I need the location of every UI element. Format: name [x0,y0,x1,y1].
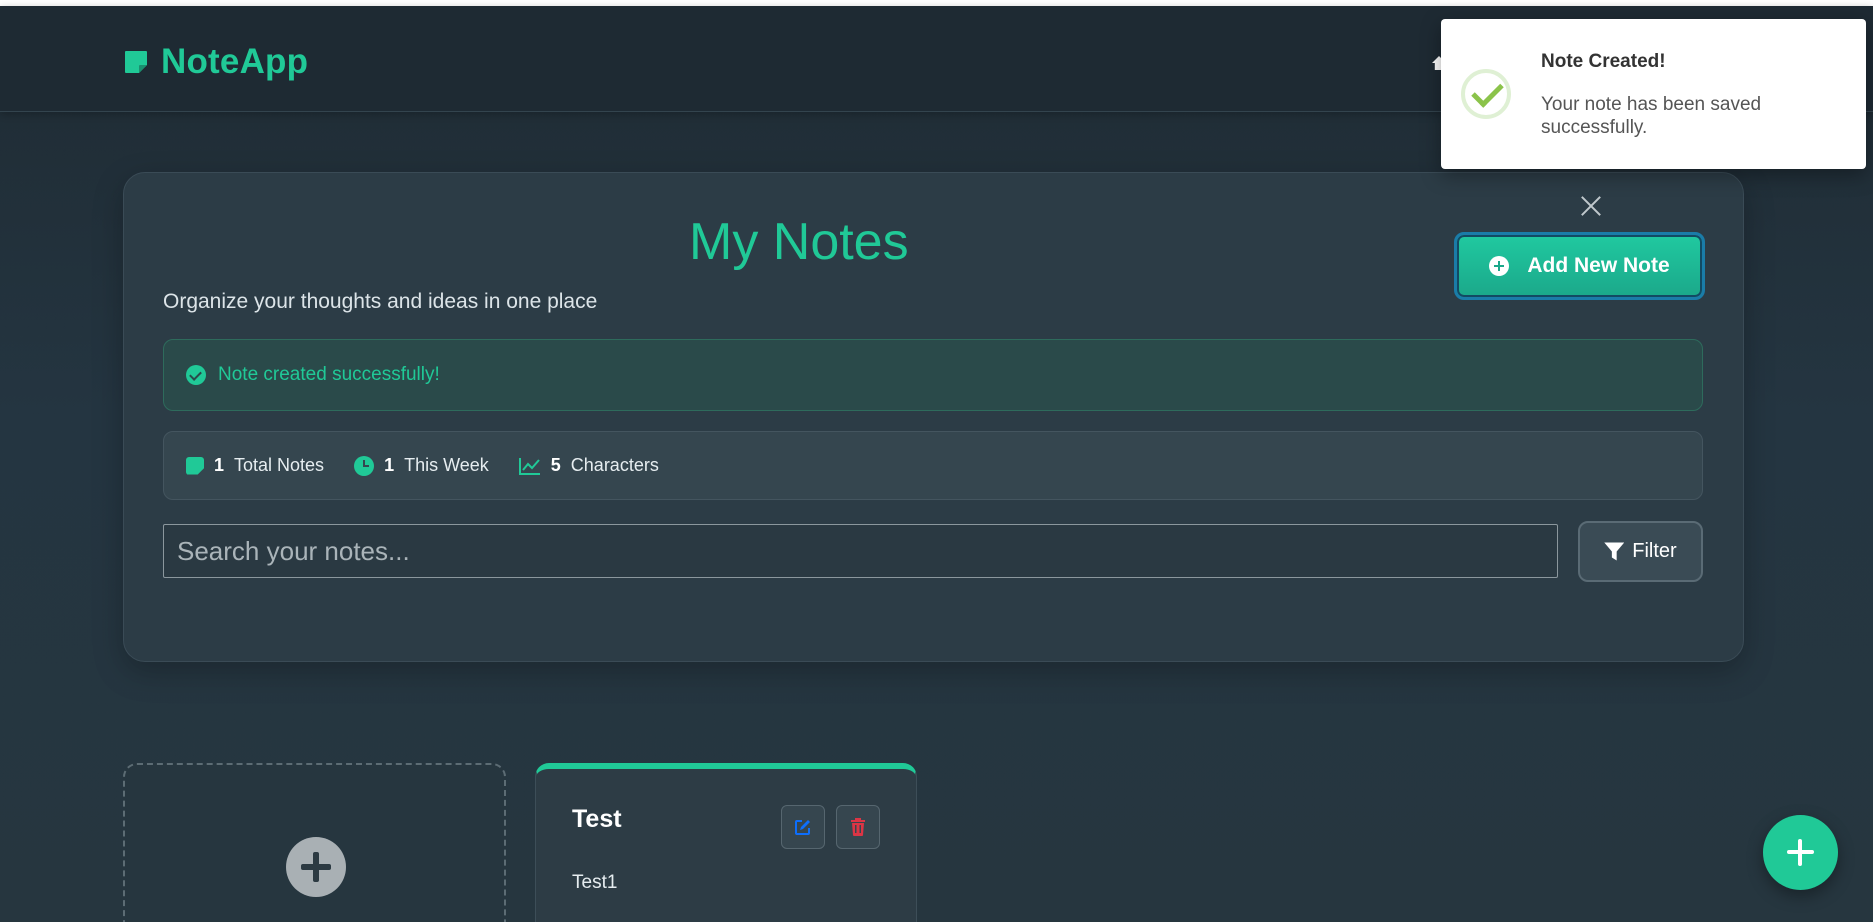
plus-circle-icon [1489,256,1510,276]
stat-label: Characters [570,455,659,475]
filter-icon [1604,542,1625,561]
brand-name: NoteApp [161,42,309,81]
note-icon [186,456,204,475]
add-note-card[interactable] [123,763,506,922]
stat-total-notes: 1 Total Notes [186,455,324,476]
filter-label: Filter [1632,540,1677,562]
sticky-note-icon [125,51,147,73]
edit-note-button[interactable] [781,805,825,849]
stat-value: 5 [550,455,561,475]
stat-characters: 5 Characters [518,455,659,476]
stats-bar: 1 Total Notes 1 This Week 5 Characters [163,431,1703,500]
toast-message: Your note has been saved successfully. [1541,94,1762,138]
brand[interactable]: NoteApp [123,42,308,82]
delete-note-button[interactable] [836,805,880,849]
note-title: Test [572,805,622,833]
toast-title: Note Created! [1541,51,1666,72]
note-body: Test1 [572,872,618,893]
page-title: My Notes [689,213,909,271]
chart-icon [518,457,540,475]
stat-label: This Week [404,455,489,475]
page-subtitle: Organize your thoughts and ideas in one … [163,290,598,313]
success-check-icon [1461,69,1511,119]
toast-notification: Note Created! Your note has been saved s… [1441,19,1866,169]
add-new-note-button[interactable]: Add New Note [1454,232,1705,300]
stat-this-week: 1 This Week [354,455,489,476]
plus-icon[interactable] [286,837,346,897]
close-icon[interactable] [1576,190,1606,220]
success-alert: Note created successfully! [163,339,1703,411]
stat-value: 1 [384,455,395,475]
clock-icon [354,455,375,476]
stat-value: 1 [214,455,225,475]
note-card[interactable]: Test Test1 [535,763,917,922]
add-new-note-label: Add New Note [1527,254,1670,277]
filter-button[interactable]: Filter [1578,521,1703,582]
alert-message: Note created successfully! [218,364,440,385]
edit-icon [795,820,810,835]
check-circle-icon [186,365,206,385]
stat-label: Total Notes [234,455,325,475]
search-input[interactable] [163,524,1558,578]
trash-icon [851,818,865,836]
floating-add-button[interactable] [1763,815,1838,890]
